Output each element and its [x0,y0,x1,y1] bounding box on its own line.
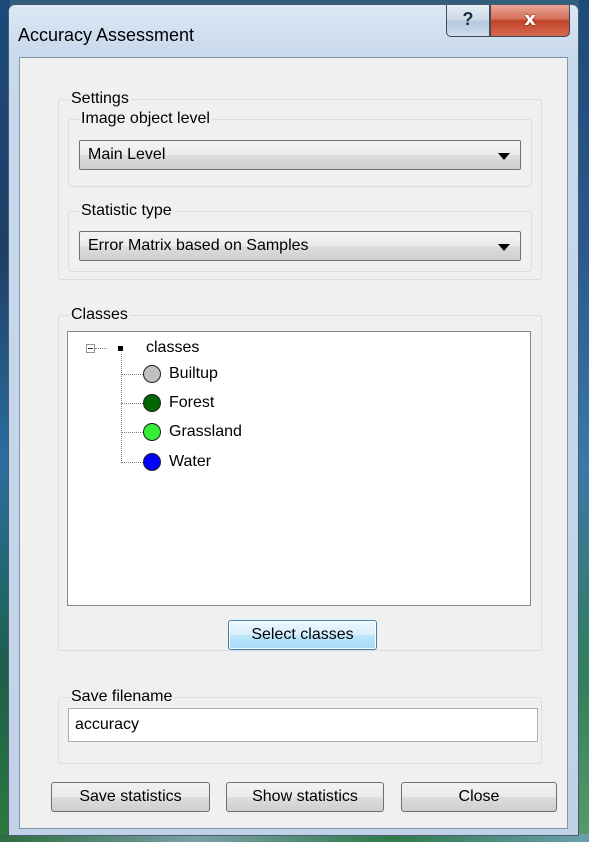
dialog-client-area: Settings Image object level Main Level S… [19,57,568,829]
classes-group-label: Classes [71,306,128,323]
image-object-level-label: Image object level [81,110,210,127]
tree-root-classes[interactable]: classes [146,339,199,357]
grassland-color-icon [143,423,161,441]
help-button[interactable]: ? [446,5,490,37]
tree-item-water[interactable]: Water [169,453,211,471]
collapse-icon[interactable] [86,344,95,353]
image-object-level-select[interactable]: Main Level [79,140,521,170]
tree-item-builtup[interactable]: Builtup [169,365,218,383]
builtup-color-icon [143,365,161,383]
chevron-down-icon [498,244,510,251]
save-filename-input[interactable]: accuracy [68,708,538,742]
tree-item-forest[interactable]: Forest [169,394,214,412]
root-node-icon [118,346,123,351]
title-bar[interactable]: Accuracy Assessment ? x [9,5,578,57]
water-color-icon [143,453,161,471]
window-title: Accuracy Assessment [18,25,195,45]
desktop-background-right [579,0,589,842]
forest-color-icon [143,394,161,412]
statistic-type-select[interactable]: Error Matrix based on Samples [79,231,521,261]
accuracy-assessment-dialog: Accuracy Assessment ? x Settings Image o… [8,4,579,836]
help-icon: ? [462,9,474,29]
statistic-type-label: Statistic type [81,202,172,219]
show-statistics-button[interactable]: Show statistics [226,782,384,812]
close-icon: x [524,9,536,30]
chevron-down-icon [498,153,510,160]
save-filename-label: Save filename [71,688,173,705]
settings-group-label: Settings [71,90,129,107]
close-button[interactable]: Close [401,782,557,812]
tree-item-grassland[interactable]: Grassland [169,423,242,441]
window-close-button[interactable]: x [490,5,570,37]
statistic-type-value: Error Matrix based on Samples [88,237,309,254]
classes-tree[interactable]: classes Builtup Forest Grassland Water [67,331,531,606]
select-classes-button[interactable]: Select classes [228,620,377,650]
save-statistics-button[interactable]: Save statistics [51,782,210,812]
save-filename-value: accuracy [75,716,140,733]
image-object-level-value: Main Level [88,146,166,163]
